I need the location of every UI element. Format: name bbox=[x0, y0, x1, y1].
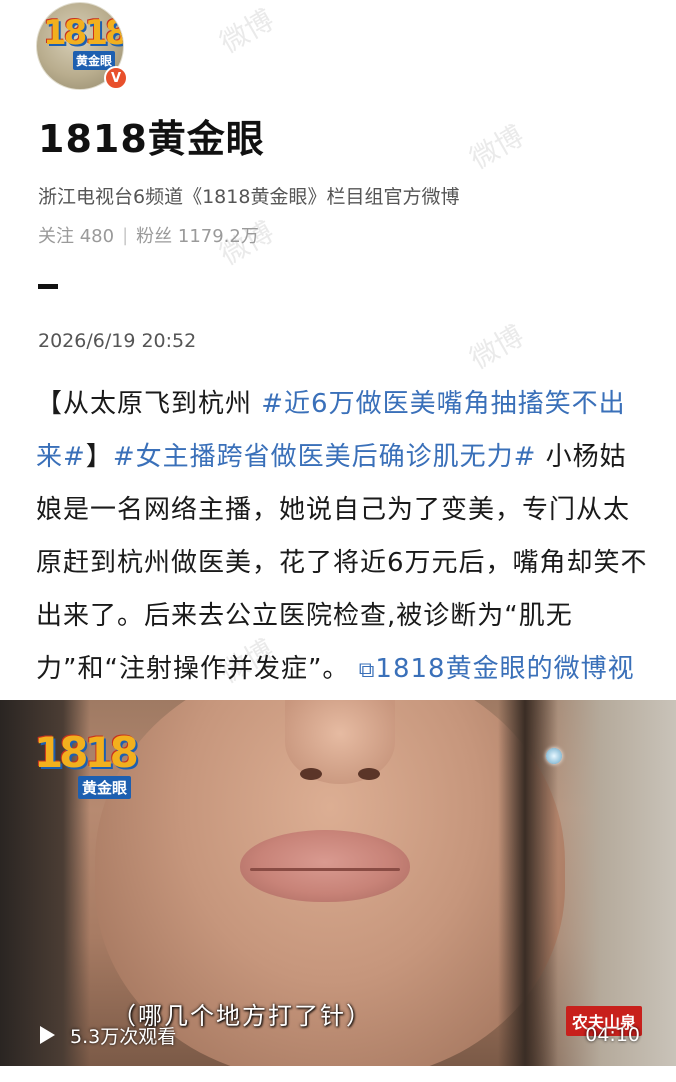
video-lips bbox=[240, 830, 410, 902]
play-icon[interactable] bbox=[40, 1026, 55, 1044]
video-logo-number: 1818 bbox=[34, 728, 139, 777]
avatar-logo-number: 1818 bbox=[43, 13, 124, 53]
watermark-text: 微博 bbox=[464, 119, 530, 176]
following-count[interactable]: 关注 480 bbox=[38, 222, 114, 248]
hashtag-link[interactable]: #女主播跨省做医美后确诊肌无力# bbox=[113, 442, 537, 472]
account-stats: 关注 480 | 粉丝 1179.2万 bbox=[38, 222, 259, 248]
watermark-text: 微博 bbox=[464, 319, 530, 376]
video-channel-logo: 1818 黄金眼 bbox=[34, 728, 144, 802]
account-name[interactable]: 1818黄金眼 bbox=[38, 108, 265, 163]
account-description: 浙江电视台6频道《1818黄金眼》栏目组官方微博 bbox=[38, 186, 460, 208]
watermark-text: 微博 bbox=[214, 3, 280, 60]
post-text-segment: 【从太原飞到杭州 bbox=[36, 389, 262, 419]
section-divider bbox=[38, 284, 58, 289]
video-earring bbox=[546, 748, 562, 764]
video-logo-text: 黄金眼 bbox=[78, 776, 132, 799]
video-nostril bbox=[358, 768, 380, 780]
post-timestamp: 2026/6/19 20:52 bbox=[38, 330, 197, 352]
verified-badge-icon: V bbox=[104, 66, 128, 90]
post-text: 【从太原飞到杭州 #近6万做医美嘴角抽搐笑不出来#】#女主播跨省做医美后确诊肌无… bbox=[36, 378, 652, 750]
video-duration: 04:10 bbox=[585, 1024, 640, 1046]
video-lip-line bbox=[250, 868, 400, 871]
view-count: 5.3万次观看 bbox=[70, 1026, 177, 1048]
video-camera-icon: ⧉ bbox=[358, 658, 376, 683]
post-text-segment: 】 bbox=[85, 442, 113, 472]
post-text-segment: 小杨姑娘是一名网络主播，她说自己为了变美，专门从太原赶到杭州做医美，花了将近6万… bbox=[36, 442, 648, 684]
video-nostril bbox=[300, 768, 322, 780]
video-player[interactable]: 1818 黄金眼 （哪几个地方打了针） 农夫山泉 5.3万次观看 04:10 bbox=[0, 700, 676, 1066]
followers-count[interactable]: 粉丝 1179.2万 bbox=[136, 222, 259, 248]
stats-separator: | bbox=[122, 224, 129, 246]
